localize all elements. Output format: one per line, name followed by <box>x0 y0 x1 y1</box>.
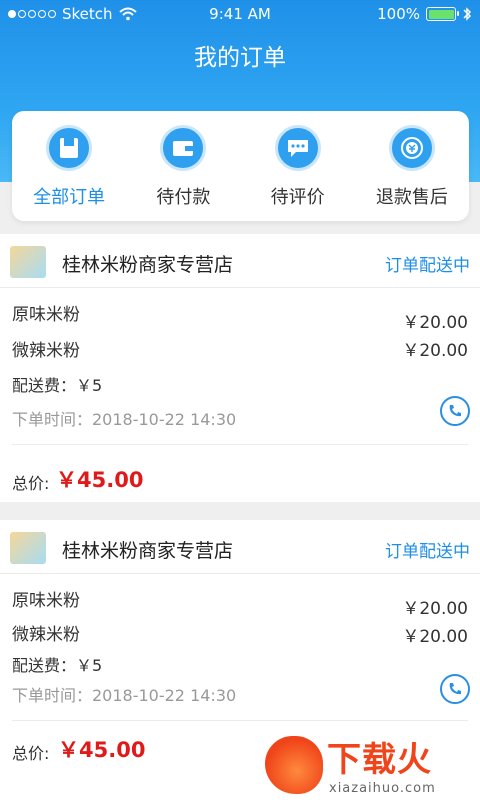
tab-label: 待评价 <box>270 187 325 208</box>
total-price: ￥45.00 <box>56 468 144 492</box>
shop-name: 桂林米粉商家专营店 <box>62 540 234 562</box>
battery-percent: 100% <box>377 5 420 23</box>
order-time: 下单时间：2018-10-22 14:30 <box>12 410 237 429</box>
item-price: ￥20.00 <box>402 313 468 333</box>
tab-refund[interactable]: 退款售后 <box>355 111 469 221</box>
refund-icon <box>388 125 435 171</box>
delivery-fee: 配送费：￥5 <box>12 376 103 395</box>
tab-pending-payment[interactable]: 待付款 <box>126 111 240 221</box>
order-card[interactable]: 桂林米粉商家专营店 订单配送中 原味米粉 ￥20.00 微辣米粉 ￥20.00 … <box>0 234 480 502</box>
divider <box>12 720 468 721</box>
watermark-brand: 下载火 <box>327 740 432 780</box>
phone-icon[interactable] <box>440 396 470 426</box>
tab-label: 待付款 <box>156 187 211 208</box>
total-label: 总价: <box>12 474 50 493</box>
shop-name: 桂林米粉商家专营店 <box>62 254 234 276</box>
watermark-site: xiazaihuo.com <box>329 781 436 796</box>
watermark: 下载火 xiazaihuo.com <box>265 730 480 800</box>
page-title: 我的订单 <box>194 45 286 71</box>
phone-icon[interactable] <box>440 674 470 704</box>
total-price: ￥45.00 <box>58 738 146 762</box>
tab-label: 全部订单 <box>33 187 106 208</box>
order-icon <box>46 125 93 171</box>
divider <box>12 444 468 445</box>
item-price: ￥20.00 <box>402 627 468 647</box>
shop-row[interactable]: 桂林米粉商家专营店 订单配送中 <box>0 520 480 574</box>
status-right: 100% <box>377 5 472 23</box>
shop-logo <box>10 532 46 564</box>
item-price: ￥20.00 <box>402 341 468 361</box>
item-price: ￥20.00 <box>402 599 468 619</box>
order-time: 下单时间：2018-10-22 14:30 <box>12 686 237 705</box>
tab-pending-review[interactable]: 待评价 <box>241 111 355 221</box>
order-status: 订单配送中 <box>385 542 470 562</box>
order-tabs: 全部订单 待付款 待评价 退款售后 <box>12 111 469 221</box>
shop-logo <box>10 246 46 278</box>
wallet-icon <box>160 125 207 171</box>
total-label: 总价: <box>12 744 50 763</box>
item-name: 微辣米粉 <box>12 625 80 645</box>
item-name: 原味米粉 <box>12 305 80 325</box>
delivery-fee: 配送费：￥5 <box>12 656 103 675</box>
bluetooth-icon <box>463 7 472 21</box>
item-name: 微辣米粉 <box>12 341 80 361</box>
tab-all-orders[interactable]: 全部订单 <box>12 111 126 221</box>
item-name: 原味米粉 <box>12 591 80 611</box>
order-status: 订单配送中 <box>385 256 470 276</box>
tab-label: 退款售后 <box>375 187 448 208</box>
flame-logo-icon <box>265 736 323 794</box>
chat-icon <box>274 125 321 171</box>
shop-row[interactable]: 桂林米粉商家专营店 订单配送中 <box>0 234 480 288</box>
battery-icon <box>426 7 459 21</box>
status-bar: Sketch 9:41 AM 100% <box>0 0 480 28</box>
